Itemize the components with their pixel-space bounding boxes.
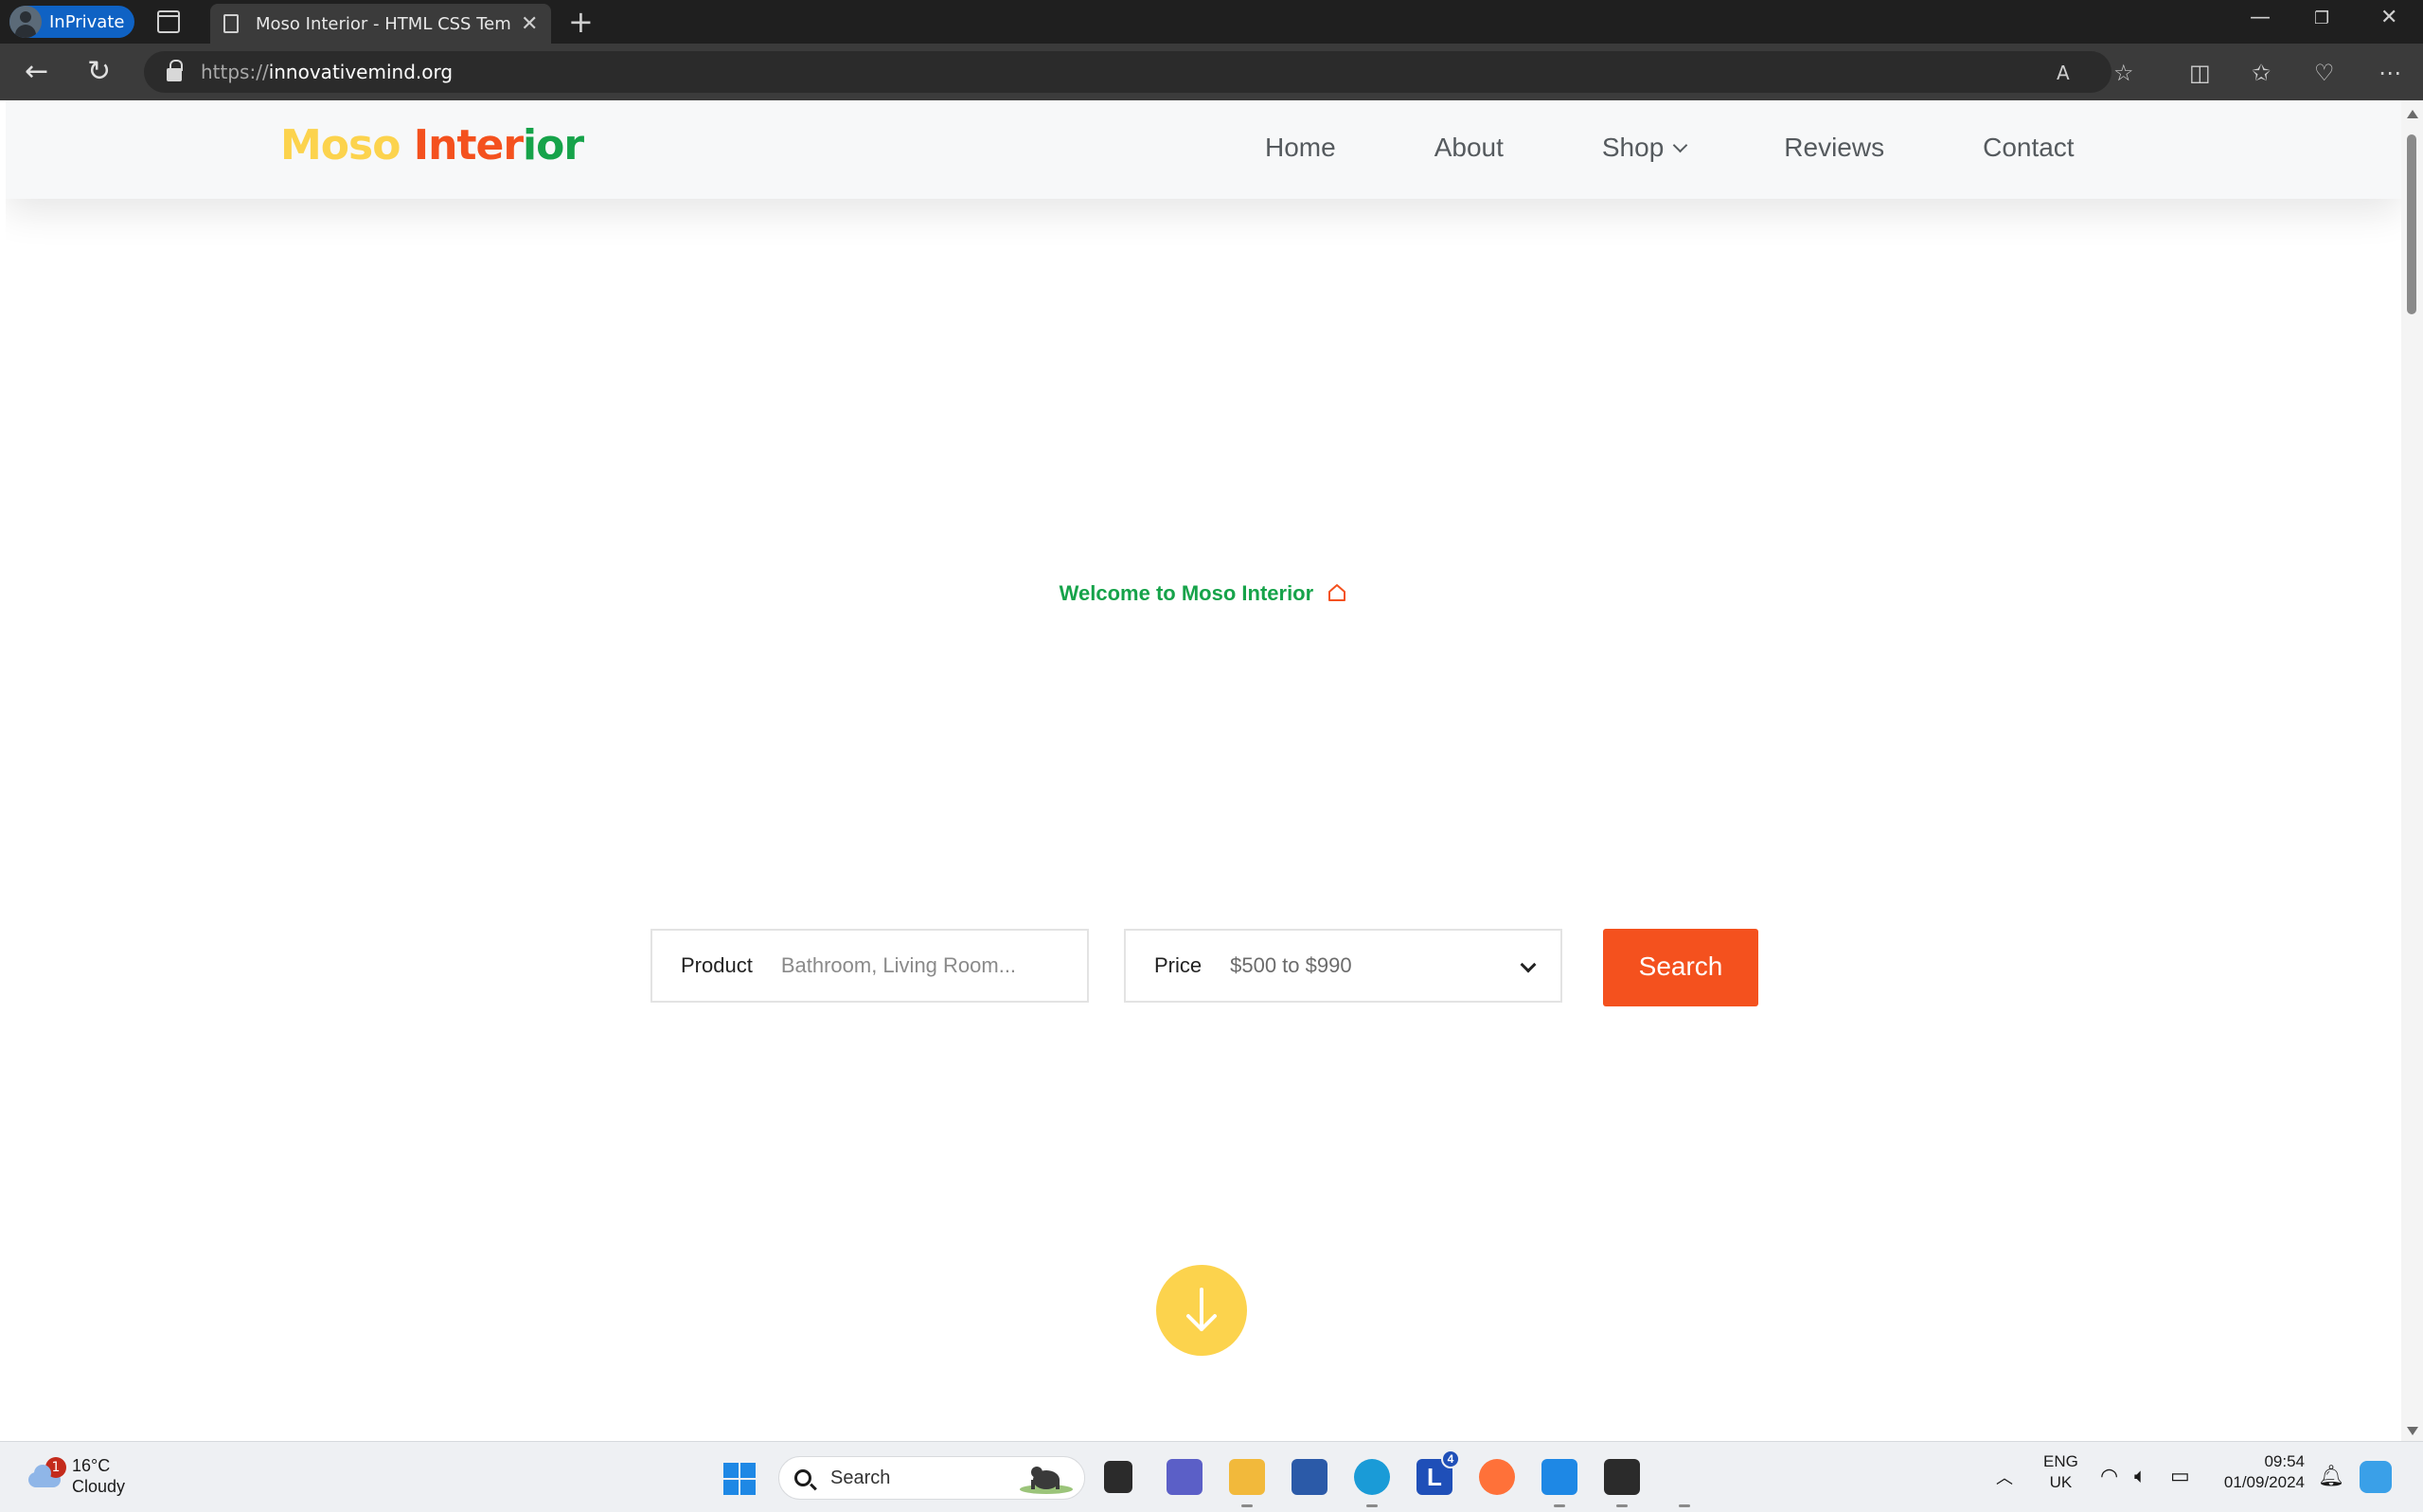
browser-title-bar: InPrivate Moso Interior - HTML CSS Templ… bbox=[0, 0, 2423, 44]
nav-shop-label: Shop bbox=[1601, 133, 1665, 162]
search-button[interactable]: Search bbox=[1603, 929, 1758, 1006]
inprivate-label: InPrivate bbox=[49, 11, 125, 32]
price-label: Price bbox=[1154, 953, 1203, 977]
favorite-star-icon[interactable]: ☆ bbox=[2113, 61, 2134, 85]
file-explorer-running-indicator bbox=[1241, 1504, 1253, 1507]
weather-temperature: 16°C bbox=[72, 1456, 111, 1475]
terminal-running-indicator bbox=[1616, 1504, 1628, 1507]
notification-bell-icon[interactable]: 🔔︎ bbox=[2318, 1465, 2344, 1488]
language-indicator[interactable]: ENG UK bbox=[2043, 1451, 2078, 1493]
more-options-icon[interactable]: ⋯ bbox=[2378, 61, 2401, 85]
browser-essentials-icon[interactable]: ♡ bbox=[2314, 61, 2335, 85]
clock[interactable]: 09:54 01/09/2024 bbox=[2216, 1451, 2305, 1493]
app-running-indicator bbox=[1679, 1504, 1690, 1507]
url-bar[interactable]: https://innovativemind.org bbox=[144, 51, 2111, 93]
windows-start-icon[interactable] bbox=[723, 1463, 756, 1495]
tab-title: Moso Interior - HTML CSS Template bbox=[256, 13, 511, 34]
weather-widget[interactable]: 1 16°C Cloudy bbox=[25, 1455, 125, 1497]
logo-part-inter: Inter bbox=[413, 121, 524, 169]
app-l-icon[interactable]: L 4 bbox=[1416, 1450, 1460, 1495]
file-explorer-icon[interactable] bbox=[1229, 1459, 1265, 1495]
main-nav: Home About Shop Reviews Contact bbox=[1265, 133, 2173, 163]
product-search-form: Product Bathroom, Living Room... Price $… bbox=[650, 929, 1758, 1006]
nav-shop[interactable]: Shop bbox=[1601, 133, 1688, 163]
volume-icon[interactable]: 🔈︎ bbox=[2134, 1465, 2147, 1488]
scrollbar-thumb[interactable] bbox=[2407, 134, 2416, 314]
taskbar-search-text: Search bbox=[830, 1467, 891, 1488]
favorites-icon[interactable]: ✩ bbox=[2252, 61, 2271, 85]
taskbar-search[interactable]: Search bbox=[778, 1456, 1085, 1500]
refresh-icon[interactable]: ↻ bbox=[87, 53, 111, 91]
new-tab-icon[interactable]: + bbox=[568, 4, 594, 40]
welcome-text: Welcome to Moso Interior bbox=[1059, 581, 1314, 605]
firefox-icon[interactable] bbox=[1479, 1459, 1515, 1495]
nav-about[interactable]: About bbox=[1434, 133, 1504, 163]
scroll-down-button[interactable] bbox=[1156, 1265, 1247, 1356]
copilot-icon[interactable] bbox=[2360, 1461, 2392, 1493]
vscode-icon[interactable] bbox=[1541, 1459, 1577, 1495]
minimize-icon[interactable]: — bbox=[2250, 6, 2271, 29]
read-aloud-icon[interactable]: A bbox=[2057, 61, 2070, 85]
vscode-running-indicator bbox=[1554, 1504, 1565, 1507]
logo-part-ior: ior bbox=[523, 121, 584, 169]
browser-tab-active[interactable]: Moso Interior - HTML CSS Template ✕ bbox=[210, 4, 551, 44]
scroll-up-arrow-icon[interactable] bbox=[2407, 110, 2418, 118]
url-text: https://innovativemind.org bbox=[201, 61, 453, 83]
price-select[interactable]: Price $500 to $990 bbox=[1124, 929, 1562, 1003]
clock-date: 01/09/2024 bbox=[2223, 1473, 2305, 1491]
logo-part-moso: Moso bbox=[280, 121, 401, 169]
web-page-viewport: Moso Interior Home About Shop Reviews Co… bbox=[6, 100, 2401, 1441]
search-highlight-gorilla-icon bbox=[1020, 1467, 1073, 1494]
url-scheme: https:// bbox=[201, 61, 269, 83]
edge-running-indicator bbox=[1366, 1504, 1378, 1507]
app-notification-badge: 4 bbox=[1441, 1450, 1460, 1468]
split-screen-icon[interactable]: ◫ bbox=[2189, 61, 2211, 85]
back-arrow-icon[interactable]: ← bbox=[25, 53, 48, 91]
arrow-down-icon bbox=[1186, 1288, 1217, 1331]
search-icon bbox=[794, 1469, 811, 1486]
keyboard-region: UK bbox=[2049, 1473, 2073, 1491]
clock-time: 09:54 bbox=[2264, 1452, 2305, 1470]
close-window-icon[interactable]: ✕ bbox=[2380, 6, 2397, 29]
battery-icon[interactable]: ▭ bbox=[2170, 1465, 2190, 1488]
tab-close-icon[interactable]: ✕ bbox=[521, 12, 538, 36]
home-icon bbox=[1328, 584, 1346, 601]
nav-home[interactable]: Home bbox=[1265, 133, 1336, 163]
page-icon bbox=[223, 14, 239, 33]
profile-avatar-icon bbox=[9, 6, 42, 38]
terminal-icon[interactable] bbox=[1604, 1459, 1640, 1495]
product-input[interactable]: Bathroom, Living Room... bbox=[781, 953, 1016, 978]
address-toolbar: ← ↻ https://innovativemind.org A ☆ ◫ ✩ ♡… bbox=[0, 44, 2423, 100]
chevron-down-icon bbox=[1673, 137, 1688, 152]
page-scrollbar[interactable] bbox=[2401, 100, 2423, 1441]
nav-reviews[interactable]: Reviews bbox=[1784, 133, 1884, 163]
task-view-icon[interactable] bbox=[1104, 1461, 1132, 1493]
product-field[interactable]: Product Bathroom, Living Room... bbox=[650, 929, 1089, 1003]
welcome-heading: Welcome to Moso Interior bbox=[6, 581, 2401, 606]
wifi-icon[interactable]: ◠ bbox=[2100, 1465, 2118, 1488]
language-code: ENG bbox=[2043, 1452, 2078, 1470]
inprivate-profile-button[interactable]: InPrivate bbox=[9, 6, 134, 38]
nav-contact[interactable]: Contact bbox=[1983, 133, 2075, 163]
lock-icon bbox=[167, 60, 183, 81]
microsoft-store-icon[interactable] bbox=[1292, 1459, 1327, 1495]
price-selected-value: $500 to $990 bbox=[1230, 953, 1352, 977]
weather-condition: Cloudy bbox=[72, 1477, 126, 1496]
cloud-icon: 1 bbox=[25, 1457, 66, 1491]
edge-icon[interactable] bbox=[1354, 1459, 1390, 1495]
weather-badge: 1 bbox=[45, 1457, 66, 1478]
restore-icon[interactable]: ❐ bbox=[2314, 9, 2329, 28]
site-header: Moso Interior Home About Shop Reviews Co… bbox=[6, 100, 2401, 199]
chevron-down-icon bbox=[1520, 956, 1537, 973]
windows-taskbar: 1 16°C Cloudy Search L 4 ︿ ENG UK ◠ 🔈︎ ▭… bbox=[0, 1441, 2423, 1512]
site-logo[interactable]: Moso Interior bbox=[280, 121, 584, 169]
teams-icon[interactable] bbox=[1167, 1459, 1203, 1495]
url-host: innovativemind.org bbox=[268, 61, 454, 83]
chevron-up-icon[interactable]: ︿ bbox=[1996, 1465, 2013, 1489]
tab-actions-icon[interactable] bbox=[157, 10, 180, 33]
scroll-down-arrow-icon[interactable] bbox=[2407, 1427, 2418, 1435]
product-label: Product bbox=[681, 953, 753, 977]
